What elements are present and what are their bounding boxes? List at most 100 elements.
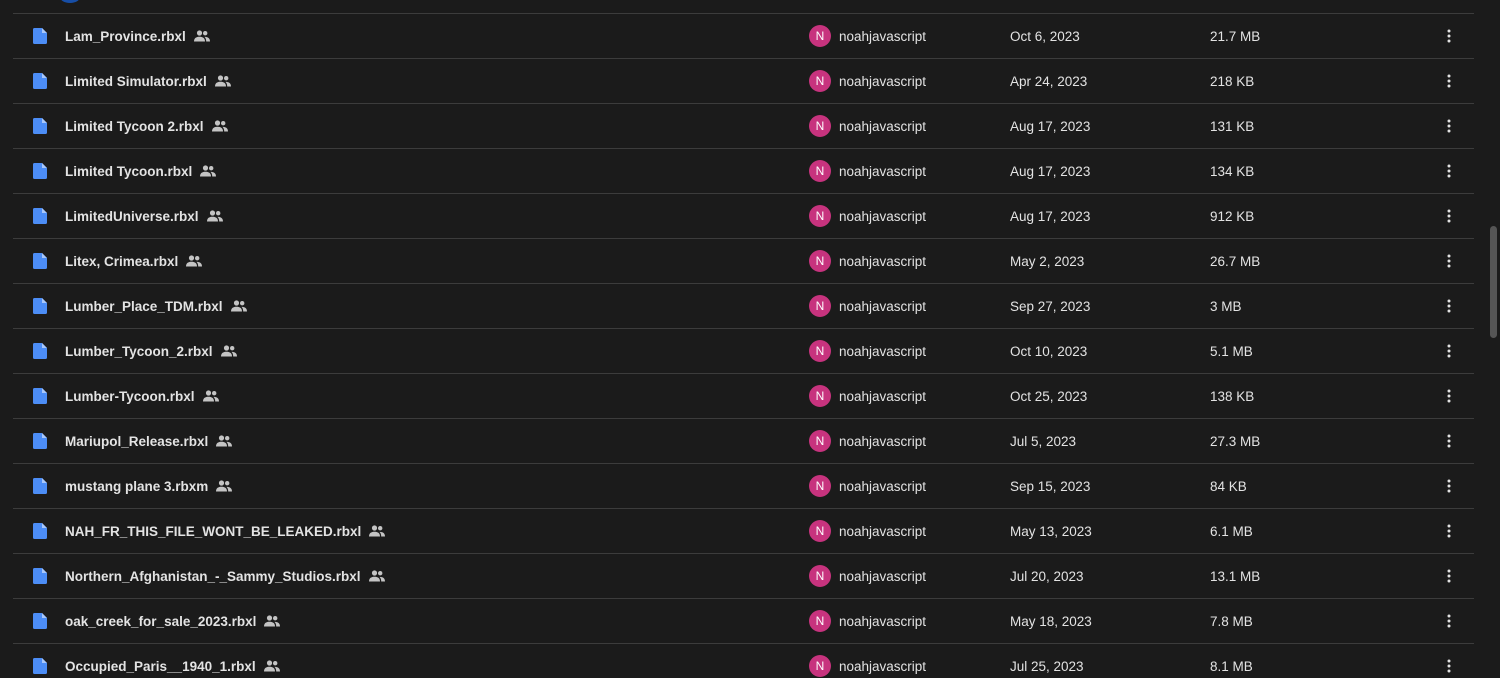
scrollbar-thumb[interactable]: [1490, 226, 1497, 338]
document-icon: [33, 658, 47, 674]
file-size: 134 KB: [1210, 163, 1255, 179]
file-name-cell[interactable]: Lam_Province.rbxl: [13, 14, 793, 58]
file-row[interactable]: Limited Simulator.rbxl N noahjavascript …: [13, 59, 1474, 104]
owner-avatar: N: [809, 205, 831, 227]
file-name-cell[interactable]: Northern_Afghanistan_-_Sammy_Studios.rbx…: [13, 554, 793, 598]
file-name-cell[interactable]: NAH_FR_THIS_FILE_WONT_BE_LEAKED.rbxl: [13, 509, 793, 553]
file-name-cell[interactable]: Lumber-Tycoon.rbxl: [13, 374, 793, 418]
document-icon: [33, 253, 47, 269]
people-icon: [193, 30, 210, 42]
file-name: Limited Simulator.rbxl: [65, 73, 207, 89]
file-name-cell[interactable]: Mariupol_Release.rbxl: [13, 419, 793, 463]
file-row[interactable]: Litex, Crimea.rbxl N noahjavascript May …: [13, 239, 1474, 284]
more-vert-icon[interactable]: [1437, 474, 1461, 498]
modified-date: Aug 17, 2023: [1010, 118, 1091, 134]
owner-name: noahjavascript: [839, 343, 927, 359]
owner-avatar: N: [809, 565, 831, 587]
file-size: 26.7 MB: [1210, 253, 1261, 269]
owner-cell: N noahjavascript: [809, 599, 926, 643]
file-size: 13.1 MB: [1210, 568, 1261, 584]
owner-avatar: N: [809, 70, 831, 92]
modified-date: Aug 17, 2023: [1010, 208, 1091, 224]
file-row[interactable]: NAH_FR_THIS_FILE_WONT_BE_LEAKED.rbxl N n…: [13, 509, 1474, 554]
file-name: Northern_Afghanistan_-_Sammy_Studios.rbx…: [65, 568, 361, 584]
modified-date: Sep 15, 2023: [1010, 478, 1091, 494]
more-vert-icon[interactable]: [1437, 24, 1461, 48]
owner-avatar: N: [809, 340, 831, 362]
file-name-cell[interactable]: mustang plane 3.rbxm: [13, 464, 793, 508]
more-vert-icon[interactable]: [1437, 204, 1461, 228]
file-row[interactable]: Lumber_Tycoon_2.rbxl N noahjavascript Oc…: [13, 329, 1474, 374]
document-icon: [33, 523, 47, 539]
file-size: 7.8 MB: [1210, 613, 1253, 629]
file-size: 5.1 MB: [1210, 343, 1253, 359]
more-vert-icon[interactable]: [1437, 564, 1461, 588]
file-size: 6.1 MB: [1210, 523, 1253, 539]
file-row[interactable]: Limited Tycoon.rbxl N noahjavascript Aug…: [13, 149, 1474, 194]
file-name: Lam_Province.rbxl: [65, 28, 186, 44]
file-name-cell[interactable]: Limited Tycoon.rbxl: [13, 149, 793, 193]
file-row[interactable]: Lumber-Tycoon.rbxl N noahjavascript Oct …: [13, 374, 1474, 419]
owner-cell: N noahjavascript: [809, 329, 926, 373]
file-name-cell[interactable]: Litex, Crimea.rbxl: [13, 239, 793, 283]
owner-name: noahjavascript: [839, 658, 927, 674]
file-name-cell[interactable]: Limited Tycoon 2.rbxl: [13, 104, 793, 148]
file-size: 8.1 MB: [1210, 658, 1253, 674]
owner-cell: N noahjavascript: [809, 239, 926, 283]
owner-cell: N noahjavascript: [809, 149, 926, 193]
file-size: 84 KB: [1210, 478, 1247, 494]
owner-cell: N noahjavascript: [809, 374, 926, 418]
people-icon: [220, 345, 237, 357]
more-vert-icon[interactable]: [1437, 114, 1461, 138]
modified-date: May 13, 2023: [1010, 523, 1092, 539]
more-vert-icon[interactable]: [1437, 339, 1461, 363]
more-vert-icon[interactable]: [1437, 384, 1461, 408]
file-name-cell[interactable]: oak_creek_for_sale_2023.rbxl: [13, 599, 793, 643]
file-row[interactable]: Lam_Province.rbxl N noahjavascript Oct 6…: [13, 14, 1474, 59]
people-icon: [186, 255, 203, 267]
file-row[interactable]: Mariupol_Release.rbxl N noahjavascript J…: [13, 419, 1474, 464]
people-icon: [206, 210, 223, 222]
more-vert-icon[interactable]: [1437, 654, 1461, 678]
owner-avatar: N: [809, 250, 831, 272]
file-row[interactable]: Lumber_Place_TDM.rbxl N noahjavascript S…: [13, 284, 1474, 329]
file-name-cell[interactable]: LimitedUniverse.rbxl: [13, 194, 793, 238]
modified-date: Oct 25, 2023: [1010, 388, 1088, 404]
file-name-cell[interactable]: Lumber_Tycoon_2.rbxl: [13, 329, 793, 373]
file-browser: Lam_Province.rbxl N noahjavascript Oct 6…: [0, 0, 1500, 678]
file-size: 21.7 MB: [1210, 28, 1261, 44]
file-row[interactable]: LimitedUniverse.rbxl N noahjavascript Au…: [13, 194, 1474, 239]
modified-date: Aug 17, 2023: [1010, 163, 1091, 179]
file-name: NAH_FR_THIS_FILE_WONT_BE_LEAKED.rbxl: [65, 523, 362, 539]
modified-date: Jul 20, 2023: [1010, 568, 1084, 584]
more-vert-icon[interactable]: [1437, 429, 1461, 453]
more-vert-icon[interactable]: [1437, 159, 1461, 183]
file-row[interactable]: Northern_Afghanistan_-_Sammy_Studios.rbx…: [13, 554, 1474, 599]
file-row[interactable]: oak_creek_for_sale_2023.rbxl N noahjavas…: [13, 599, 1474, 644]
file-row[interactable]: mustang plane 3.rbxm N noahjavascript Se…: [13, 464, 1474, 509]
owner-cell: N noahjavascript: [809, 464, 926, 508]
file-name-cell[interactable]: Lumber_Place_TDM.rbxl: [13, 284, 793, 328]
more-vert-icon[interactable]: [1437, 294, 1461, 318]
document-icon: [33, 163, 47, 179]
owner-cell: N noahjavascript: [809, 194, 926, 238]
owner-cell: N noahjavascript: [809, 59, 926, 103]
more-vert-icon[interactable]: [1437, 69, 1461, 93]
owner-cell: N noahjavascript: [809, 509, 926, 553]
more-vert-icon[interactable]: [1437, 519, 1461, 543]
file-name: Mariupol_Release.rbxl: [65, 433, 209, 449]
more-vert-icon[interactable]: [1437, 249, 1461, 273]
more-vert-icon[interactable]: [1437, 609, 1461, 633]
document-icon: [33, 388, 47, 404]
owner-name: noahjavascript: [839, 208, 927, 224]
file-name-cell[interactable]: Occupied_Paris__1940_1.rbxl: [13, 644, 793, 678]
owner-name: noahjavascript: [839, 163, 927, 179]
file-row[interactable]: Occupied_Paris__1940_1.rbxl N noahjavasc…: [13, 644, 1474, 678]
owner-name: noahjavascript: [839, 28, 927, 44]
scrollbar[interactable]: [1486, 0, 1500, 678]
file-name: mustang plane 3.rbxm: [65, 478, 209, 494]
file-name-cell[interactable]: Limited Simulator.rbxl: [13, 59, 793, 103]
file-row[interactable]: Limited Tycoon 2.rbxl N noahjavascript A…: [13, 104, 1474, 149]
people-icon: [369, 525, 386, 537]
people-icon: [200, 165, 217, 177]
